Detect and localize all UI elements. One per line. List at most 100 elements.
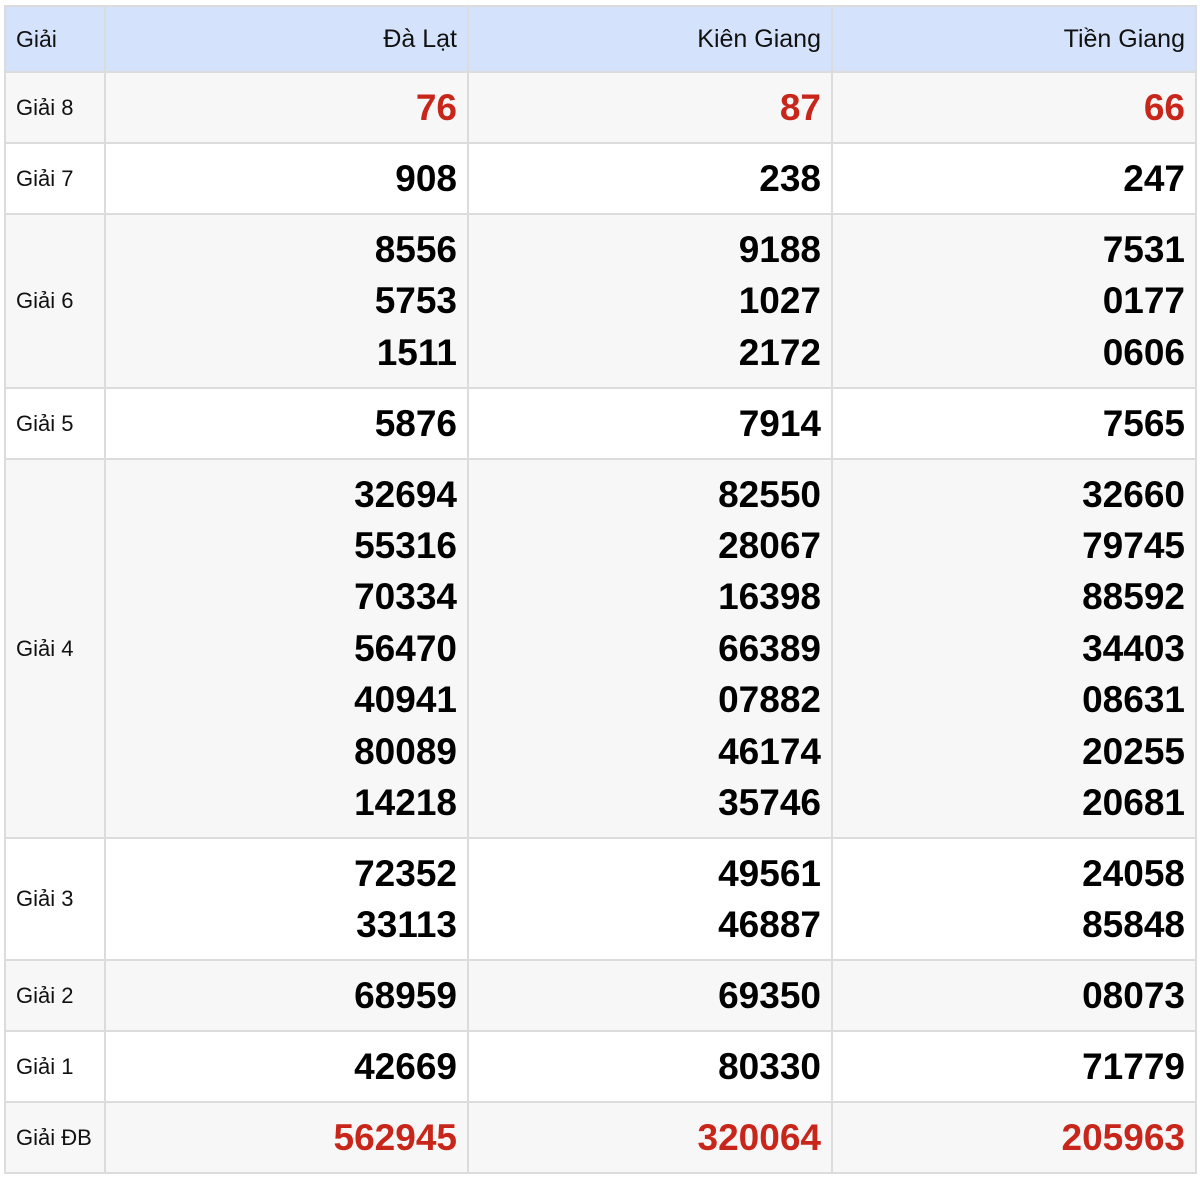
header-province-kien-giang: Kiên Giang [467, 5, 833, 73]
prize-number: 28067 [718, 524, 821, 566]
prize-number: 20255 [1082, 730, 1185, 772]
prize-number: 72352 [354, 852, 457, 894]
prize-number: 87 [779, 86, 821, 128]
prize-number: 82550 [718, 473, 821, 515]
prize-cell: 7914 [467, 387, 833, 460]
prize-number: 562945 [333, 1116, 457, 1158]
prize-number: 7565 [1102, 402, 1185, 444]
prize-number: 70334 [354, 576, 457, 618]
prize-number: 42669 [354, 1045, 457, 1087]
prize-number: 16398 [718, 576, 821, 618]
prize-row-giai-1: Giải 1 42669 80330 71779 [4, 1030, 1197, 1103]
prize-cell: 8556 5753 1511 [104, 213, 469, 389]
prize-number: 55316 [354, 524, 457, 566]
prize-cell: 247 [831, 142, 1197, 215]
prize-cell: 08073 [831, 959, 1197, 1032]
prize-number: 35746 [718, 782, 821, 824]
prize-cell: 205963 [831, 1101, 1197, 1174]
prize-row-giai-7: Giải 7 908 238 247 [4, 142, 1197, 215]
prize-number: 80330 [718, 1045, 821, 1087]
prize-number: 1027 [738, 280, 821, 322]
prize-number: 49561 [718, 852, 821, 894]
prize-number: 908 [395, 157, 457, 199]
prize-number: 32694 [354, 473, 457, 515]
prize-number: 0606 [1102, 331, 1185, 373]
prize-number: 85848 [1082, 904, 1185, 945]
prize-row-giai-6: Giải 6 8556 5753 1511 9188 1027 2172 7531 0177 06… [4, 213, 1197, 389]
prize-cell: 9188 1027 2172 [467, 213, 833, 389]
prize-number: 68959 [354, 974, 457, 1016]
prize-label: Giải 2 [4, 959, 106, 1032]
prize-cell: 76 [104, 71, 469, 144]
prize-number: 56470 [354, 627, 457, 669]
prize-label: Giải 5 [4, 387, 106, 460]
prize-row-giai-4: Giải 4 32694 55316 70334 56470 40941 80089 1421… [4, 458, 1197, 839]
prize-number: 5753 [374, 280, 457, 322]
prize-label: Giải 8 [4, 71, 106, 144]
prize-label: Giải 1 [4, 1030, 106, 1103]
prize-row-giai-2: Giải 2 68959 69350 08073 [4, 959, 1197, 1032]
prize-number: 32660 [1082, 473, 1185, 515]
header-province-tien-giang: Tiền Giang [831, 5, 1197, 73]
prize-label: Giải ĐB [4, 1101, 106, 1174]
header-row: Giải Đà Lạt Kiên Giang Tiền Giang [4, 5, 1197, 73]
header-prize: Giải [4, 5, 106, 73]
prize-cell: 42669 [104, 1030, 469, 1103]
prize-cell: 80330 [467, 1030, 833, 1103]
prize-cell: 82550 28067 16398 66389 07882 46174 35746 [467, 458, 833, 839]
prize-cell: 87 [467, 71, 833, 144]
prize-number: 2172 [738, 331, 821, 373]
lottery-results-table: Giải Đà Lạt Kiên Giang Tiền Giang Giải 8… [4, 5, 1197, 1174]
prize-cell: 7531 0177 0606 [831, 213, 1197, 389]
prize-number: 66 [1143, 86, 1185, 128]
prize-cell: 71779 [831, 1030, 1197, 1103]
prize-number: 80089 [354, 730, 457, 772]
prize-number: 7531 [1102, 228, 1185, 270]
prize-label: Giải 3 [4, 837, 106, 961]
prize-cell: 562945 [104, 1101, 469, 1174]
prize-cell: 68959 [104, 959, 469, 1032]
prize-cell: 238 [467, 142, 833, 215]
prize-number: 08631 [1082, 679, 1185, 721]
prize-row-giai-db: Giải ĐB 562945 320064 205963 [4, 1101, 1197, 1174]
prize-cell: 24058 85848 [831, 837, 1197, 961]
prize-number: 46887 [718, 904, 821, 945]
prize-row-giai-3: Giải 3 72352 33113 49561 46887 24058 85848 [4, 837, 1197, 961]
prize-number: 5876 [374, 402, 457, 444]
prize-number: 88592 [1082, 576, 1185, 618]
prize-cell: 72352 33113 [104, 837, 469, 961]
prize-cell: 32660 79745 88592 34403 08631 20255 20681 [831, 458, 1197, 839]
prize-label: Giải 6 [4, 213, 106, 389]
prize-number: 34403 [1082, 627, 1185, 669]
prize-number: 08073 [1082, 974, 1185, 1016]
prize-cell: 7565 [831, 387, 1197, 460]
prize-cell: 69350 [467, 959, 833, 1032]
prize-number: 247 [1123, 157, 1185, 199]
prize-number: 1511 [376, 331, 457, 373]
prize-number: 20681 [1082, 782, 1185, 824]
prize-number: 238 [759, 157, 821, 199]
header-province-da-lat: Đà Lạt [104, 5, 469, 73]
prize-number: 33113 [356, 904, 457, 945]
prize-cell: 320064 [467, 1101, 833, 1174]
prize-number: 7914 [738, 402, 821, 444]
prize-number: 07882 [718, 679, 821, 721]
prize-number: 76 [415, 86, 457, 128]
prize-cell: 5876 [104, 387, 469, 460]
prize-number: 8556 [374, 228, 457, 270]
prize-number: 14218 [354, 782, 457, 824]
prize-cell: 908 [104, 142, 469, 215]
prize-number: 66389 [718, 627, 821, 669]
prize-number: 46174 [718, 730, 821, 772]
prize-number: 0177 [1102, 280, 1185, 322]
prize-label: Giải 4 [4, 458, 106, 839]
prize-number: 71779 [1082, 1045, 1185, 1087]
prize-number: 9188 [738, 228, 821, 270]
prize-number: 40941 [354, 679, 457, 721]
prize-number: 79745 [1082, 524, 1185, 566]
prize-number: 205963 [1061, 1116, 1185, 1158]
prize-cell: 66 [831, 71, 1197, 144]
prize-row-giai-5: Giải 5 5876 7914 7565 [4, 387, 1197, 460]
prize-number: 320064 [697, 1116, 821, 1158]
prize-row-giai-8: Giải 8 76 87 66 [4, 71, 1197, 144]
